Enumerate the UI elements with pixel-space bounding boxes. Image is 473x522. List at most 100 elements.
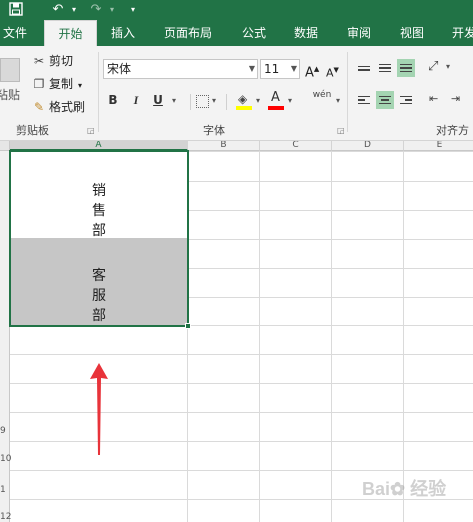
italic-button[interactable]: I	[128, 93, 144, 108]
copy-button[interactable]: ❐ 复制 ▾	[32, 75, 82, 93]
font-name-value: 宋体	[107, 62, 132, 76]
bold-button[interactable]: B	[105, 93, 121, 107]
align-center-icon[interactable]	[376, 91, 394, 109]
column-header-d[interactable]: D	[332, 141, 404, 151]
underline-button[interactable]: U	[150, 93, 166, 107]
tab-view[interactable]: 视图	[392, 20, 432, 46]
paste-button[interactable]: 粘贴	[0, 54, 22, 114]
gridline	[188, 268, 473, 269]
decrease-indent-icon[interactable]: ⇤	[429, 92, 438, 105]
tab-file[interactable]: 文件	[0, 20, 30, 46]
divider	[347, 52, 348, 132]
chevron-down-icon: ▼	[290, 64, 297, 73]
font-color-letter: A	[271, 90, 280, 105]
phonetic-label: wén	[312, 90, 332, 100]
gridline	[188, 151, 473, 152]
undo-icon[interactable]: ↶	[50, 2, 66, 18]
redo-icon[interactable]: ↷	[88, 2, 104, 18]
fill-handle[interactable]	[185, 323, 191, 329]
gridline	[188, 297, 473, 298]
font-name-select[interactable]: 宋体 ▼	[103, 59, 258, 79]
gridline	[10, 470, 473, 471]
undo-dropdown-icon[interactable]: ▾	[66, 2, 82, 18]
save-icon[interactable]	[8, 2, 24, 18]
annotation-arrow	[90, 363, 108, 455]
orientation-icon[interactable]: ⤢	[428, 59, 438, 74]
align-bottom-icon[interactable]	[397, 59, 415, 77]
gridline	[331, 151, 332, 522]
tab-data[interactable]: 数据	[286, 20, 326, 46]
underline-dropdown-icon[interactable]: ▾	[172, 96, 176, 105]
column-header-b[interactable]: B	[188, 141, 260, 151]
copy-icon: ❐	[33, 77, 45, 91]
font-launcher-icon[interactable]: ◲	[337, 126, 345, 135]
copy-label: 复制	[49, 77, 74, 91]
tab-formulas[interactable]: 公式	[234, 20, 274, 46]
copy-dropdown-icon[interactable]: ▾	[78, 81, 82, 90]
chevron-down-icon: ▼	[248, 64, 255, 73]
font-group-label: 字体	[203, 124, 225, 137]
row-number[interactable]: 12	[0, 512, 11, 522]
gridline	[188, 210, 473, 211]
row-number[interactable]: 10	[0, 454, 11, 464]
increase-indent-icon[interactable]: ⇥	[451, 92, 460, 105]
shrink-font-button[interactable]: A▼	[326, 61, 339, 80]
gridline	[188, 239, 473, 240]
format-painter-button[interactable]: ✎ 格式刷	[32, 98, 85, 116]
gridline	[10, 441, 473, 442]
tab-insert[interactable]: 插入	[103, 20, 143, 46]
align-middle-icon[interactable]	[376, 59, 394, 77]
row-number[interactable]: 9	[0, 426, 10, 436]
column-header-e[interactable]: E	[404, 141, 473, 151]
paste-label: 粘贴	[0, 88, 21, 102]
align-right-icon[interactable]	[397, 91, 415, 109]
shrink-font-letter: A	[326, 66, 334, 80]
redo-dropdown-icon[interactable]: ▾	[104, 2, 120, 18]
scissors-icon: ✂	[33, 54, 45, 68]
orientation-dropdown-icon[interactable]: ▾	[446, 62, 450, 71]
gridline	[10, 383, 473, 384]
fill-color-swatch	[236, 106, 252, 110]
gridline	[10, 354, 473, 355]
tab-developer[interactable]: 开发	[444, 20, 473, 46]
divider	[98, 52, 99, 132]
grow-font-letter: A	[305, 65, 314, 81]
gridline	[10, 499, 473, 500]
paintbrush-icon: ✎	[33, 100, 45, 114]
phonetic-dropdown-icon[interactable]: ▾	[336, 96, 340, 105]
fill-color-dropdown-icon[interactable]: ▾	[256, 96, 260, 105]
clipboard-launcher-icon[interactable]: ◲	[87, 126, 95, 135]
tab-review[interactable]: 审阅	[339, 20, 379, 46]
tab-page-layout[interactable]: 页面布局	[156, 20, 220, 46]
font-size-value: 11	[264, 62, 280, 76]
alignment-group-label: 对齐方	[436, 124, 469, 137]
format-painter-label: 格式刷	[49, 100, 86, 114]
divider	[226, 94, 227, 110]
ribbon-tabs: 文件 开始 插入 页面布局 公式 数据 审阅 视图 开发	[0, 20, 473, 46]
align-top-icon[interactable]	[355, 59, 373, 77]
gridline	[259, 151, 260, 522]
quick-access-toolbar: ↶ ▾ ↷ ▾ ▾	[0, 0, 473, 20]
borders-icon[interactable]	[196, 95, 209, 108]
borders-dropdown-icon[interactable]: ▾	[212, 96, 216, 105]
font-color-dropdown-icon[interactable]: ▾	[288, 96, 292, 105]
font-color-button[interactable]: A	[268, 90, 284, 110]
selection-border	[9, 150, 189, 327]
cut-label: 剪切	[49, 54, 74, 68]
grow-font-button[interactable]: A▲	[305, 60, 319, 81]
fill-color-button[interactable]: ◈	[236, 92, 252, 110]
tab-home[interactable]: 开始	[44, 20, 97, 46]
font-color-swatch	[268, 106, 284, 110]
row-number[interactable]: 1	[0, 485, 10, 495]
font-size-select[interactable]: 11 ▼	[260, 59, 300, 79]
worksheet-grid: A B C D E 9 10 1 12 销 售 部 客 服 部 Bai✿ 经验	[0, 141, 473, 522]
phonetic-guide-button[interactable]: wén	[312, 90, 332, 110]
cut-button[interactable]: ✂ 剪切	[32, 52, 73, 70]
align-left-icon[interactable]	[355, 91, 373, 109]
paint-bucket-icon: ◈	[238, 92, 248, 106]
paste-icon	[0, 58, 20, 82]
clipboard-group-label: 剪贴板	[16, 124, 49, 137]
divider	[190, 94, 191, 110]
customize-toolbar-icon[interactable]: ▾	[125, 2, 141, 18]
column-header-c[interactable]: C	[260, 141, 332, 151]
